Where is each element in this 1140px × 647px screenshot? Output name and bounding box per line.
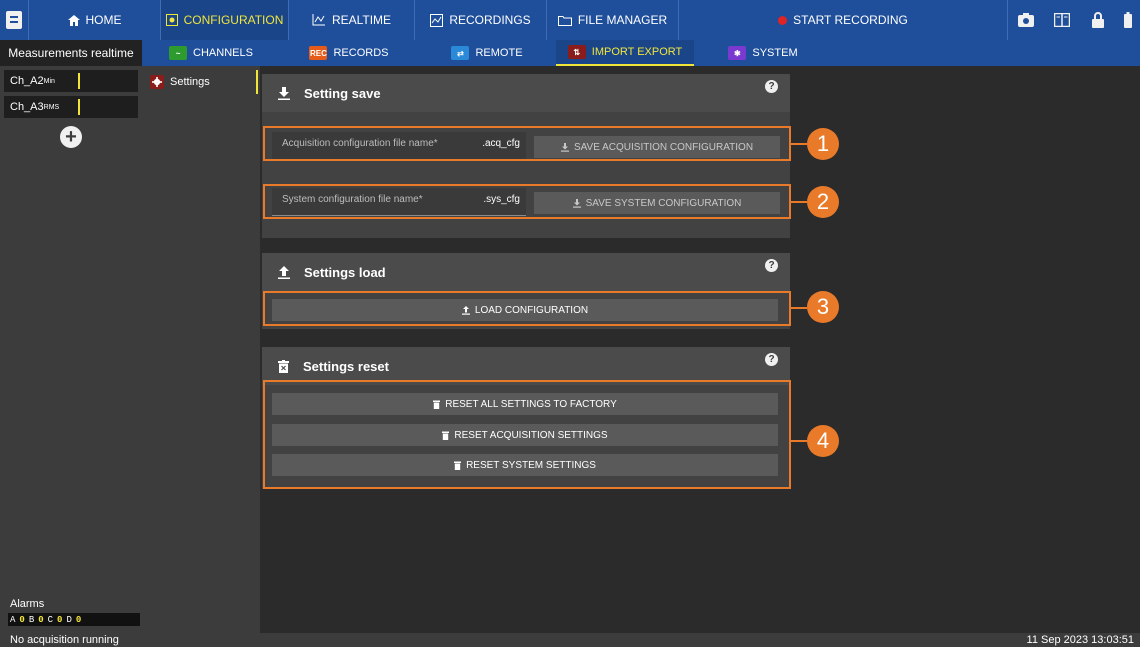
home-icon [67, 14, 80, 26]
channel-sub: RMS [43, 103, 60, 111]
settings-label: Settings [170, 76, 210, 88]
download-icon [278, 86, 290, 100]
callout-connector-4 [791, 440, 807, 442]
nav-recordings-label: RECORDINGS [449, 13, 531, 27]
channels-icon: ~ [169, 46, 188, 60]
nav-configuration-label: CONFIGURATION [183, 13, 284, 27]
import-export-icon: ⇅ [567, 45, 586, 59]
tab-system[interactable]: ✱ SYSTEM [694, 40, 832, 66]
start-recording-button[interactable]: START RECORDING [678, 0, 1008, 40]
help-icon[interactable]: ? [765, 80, 778, 93]
nav-recordings[interactable]: RECORDINGS [414, 0, 546, 40]
callout-box-4 [263, 380, 791, 489]
alarm-key: D [66, 614, 72, 625]
measurements-panel: Measurements realtime Ch_A2 Min Ch_A3 RMS … [0, 40, 142, 647]
tab-system-label: SYSTEM [752, 47, 798, 59]
battery-status [1116, 0, 1140, 40]
camera-icon [1018, 13, 1034, 27]
lock-button[interactable] [1080, 0, 1116, 40]
tab-channels-label: CHANNELS [193, 47, 253, 59]
measurements-title: Measurements realtime [0, 40, 142, 66]
nav-file-manager-label: FILE MANAGER [577, 13, 668, 27]
acquisition-status: No acquisition running [10, 634, 119, 646]
callout-connector-1 [791, 143, 807, 145]
channel-name: Ch_A3 [10, 101, 44, 113]
channel-item[interactable]: Ch_A3 RMS [4, 96, 138, 118]
nav-home[interactable]: HOME [28, 0, 160, 40]
callout-box-3 [263, 291, 791, 326]
record-dot-icon [778, 15, 788, 25]
tab-import-export-label: IMPORT EXPORT [591, 46, 683, 58]
tab-import-export[interactable]: ⇅ IMPORT EXPORT [556, 40, 694, 66]
setting-save-header: Setting save ? [262, 74, 790, 112]
remote-icon: ⇄ [451, 46, 470, 60]
records-icon: REC [309, 46, 328, 60]
settings-load-header: Settings load ? [262, 253, 790, 291]
callout-badge-1: 1 [807, 128, 839, 160]
configuration-subtabs: ~ CHANNELS REC RECORDS ⇄ REMOTE ⇅ IMPORT… [142, 40, 1140, 66]
battery-icon [1124, 12, 1132, 28]
nav-home-label: HOME [85, 13, 122, 27]
system-icon: ✱ [728, 46, 747, 60]
callout-badge-4: 4 [807, 425, 839, 457]
upload-icon [278, 265, 290, 279]
tab-remote[interactable]: ⇄ REMOTE [418, 40, 556, 66]
folder-icon [557, 15, 572, 26]
alarms-label: Alarms [10, 598, 45, 610]
callout-connector-2 [791, 201, 807, 203]
top-navigation-bar: HOME CONFIGURATION REALTIME RECORDINGS F… [0, 0, 1140, 40]
help-icon[interactable]: ? [765, 259, 778, 272]
add-channel-button[interactable]: + [60, 126, 82, 148]
book-icon [1054, 13, 1070, 27]
alarm-value: 0 [57, 614, 63, 625]
alarm-key: A [10, 614, 16, 625]
nav-file-manager[interactable]: FILE MANAGER [546, 0, 678, 40]
lock-icon [1092, 12, 1104, 28]
trash-icon [278, 359, 289, 373]
settings-reset-title: Settings reset [303, 358, 389, 374]
channel-item[interactable]: Ch_A2 Min [4, 70, 138, 92]
tab-channels[interactable]: ~ CHANNELS [142, 40, 280, 66]
callout-badge-2: 2 [807, 186, 839, 218]
channel-name: Ch_A2 [10, 75, 44, 87]
callout-badge-3: 3 [807, 291, 839, 323]
nav-realtime-label: REALTIME [331, 13, 392, 27]
status-bar: No acquisition running 11 Sep 2023 13:03… [0, 633, 1140, 647]
start-recording-label: START RECORDING [793, 13, 908, 27]
sidebar-item-settings[interactable]: Settings [150, 70, 258, 94]
gear-icon [150, 75, 164, 89]
settings-sidebar: Settings [142, 66, 260, 633]
callout-connector-3 [791, 307, 807, 309]
settings-load-title: Settings load [304, 264, 386, 280]
alarm-value: 0 [38, 614, 44, 625]
camera-button[interactable] [1008, 0, 1044, 40]
tab-records-label: RECORDS [333, 47, 389, 59]
nav-configuration[interactable]: CONFIGURATION [160, 0, 288, 40]
channel-sub: Min [43, 77, 55, 85]
alarm-value: 0 [19, 614, 25, 625]
alarm-counters: A0 B0 C0 D0 [8, 613, 140, 626]
tab-remote-label: REMOTE [475, 47, 523, 59]
manual-button[interactable] [1044, 0, 1080, 40]
alarm-key: B [28, 614, 35, 625]
callout-box-2 [263, 184, 791, 219]
configuration-icon [165, 14, 178, 26]
callout-box-1 [263, 126, 791, 161]
alarm-key: C [47, 614, 54, 625]
alarm-value: 0 [75, 614, 82, 625]
help-icon[interactable]: ? [765, 353, 778, 366]
datetime: 11 Sep 2023 13:03:51 [1026, 634, 1134, 646]
setting-save-title: Setting save [304, 85, 381, 101]
nav-realtime[interactable]: REALTIME [288, 0, 414, 40]
tab-records[interactable]: REC RECORDS [280, 40, 418, 66]
recordings-icon [430, 13, 444, 27]
realtime-icon [312, 14, 325, 26]
menu-icon[interactable] [0, 0, 28, 40]
plus-icon: + [65, 126, 77, 148]
